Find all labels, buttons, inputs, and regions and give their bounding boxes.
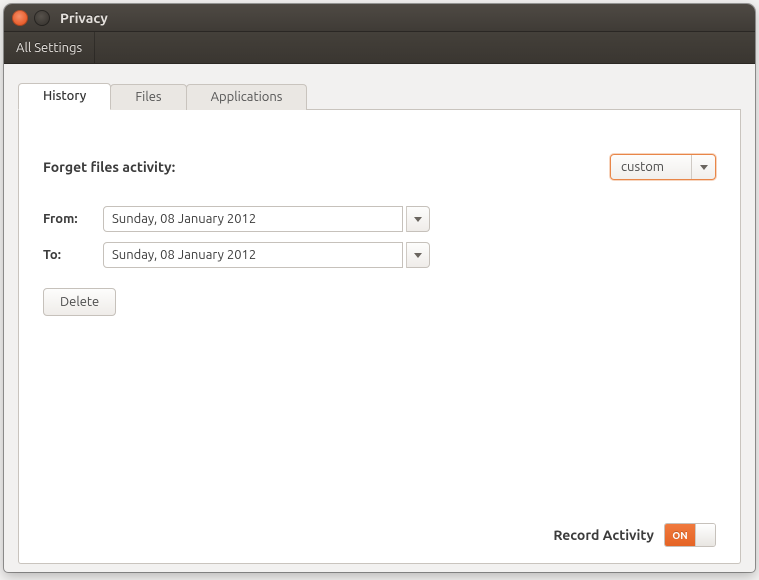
chevron-down-icon	[414, 253, 422, 258]
delete-label: Delete	[60, 295, 99, 309]
titlebar: Privacy	[4, 4, 755, 32]
history-panel: Forget files activity: custom From: Sund…	[18, 110, 741, 564]
from-label: From:	[43, 212, 99, 226]
all-settings-button[interactable]: All Settings	[4, 32, 95, 63]
panel-footer: Record Activity ON	[43, 513, 716, 547]
forget-activity-label: Forget files activity:	[43, 159, 175, 175]
tab-history[interactable]: History	[18, 83, 111, 110]
minimize-icon[interactable]	[34, 10, 50, 26]
from-date-value: Sunday, 08 January 2012	[112, 212, 256, 226]
privacy-window: Privacy All Settings History Files Appli…	[4, 4, 755, 572]
switch-on-label: ON	[665, 524, 695, 546]
close-icon[interactable]	[12, 10, 28, 26]
content-area: History Files Applications Forget files …	[4, 64, 755, 572]
record-activity-switch[interactable]: ON	[664, 523, 716, 547]
tab-label: History	[43, 89, 86, 103]
tab-applications[interactable]: Applications	[186, 84, 308, 110]
to-date-field[interactable]: Sunday, 08 January 2012	[103, 242, 403, 268]
to-date-dropdown-button[interactable]	[406, 242, 430, 268]
period-select-value: custom	[611, 160, 691, 174]
delete-button[interactable]: Delete	[43, 288, 116, 316]
tabstrip: History Files Applications	[18, 82, 741, 110]
tab-files[interactable]: Files	[110, 84, 186, 110]
from-date-dropdown-button[interactable]	[406, 206, 430, 232]
period-select[interactable]: custom	[610, 154, 716, 180]
tab-label: Applications	[211, 90, 283, 104]
all-settings-label: All Settings	[16, 41, 82, 55]
chevron-down-icon	[691, 155, 715, 179]
chevron-down-icon	[414, 217, 422, 222]
to-date-value: Sunday, 08 January 2012	[112, 248, 256, 262]
date-range-form: From: Sunday, 08 January 2012 To: Sunday…	[43, 206, 716, 268]
switch-knob	[695, 524, 715, 546]
toolbar: All Settings	[4, 32, 755, 64]
from-date-field[interactable]: Sunday, 08 January 2012	[103, 206, 403, 232]
tab-label: Files	[135, 90, 161, 104]
record-activity-label: Record Activity	[553, 527, 654, 543]
to-label: To:	[43, 248, 99, 262]
window-title: Privacy	[60, 10, 108, 26]
forget-activity-row: Forget files activity: custom	[43, 154, 716, 180]
